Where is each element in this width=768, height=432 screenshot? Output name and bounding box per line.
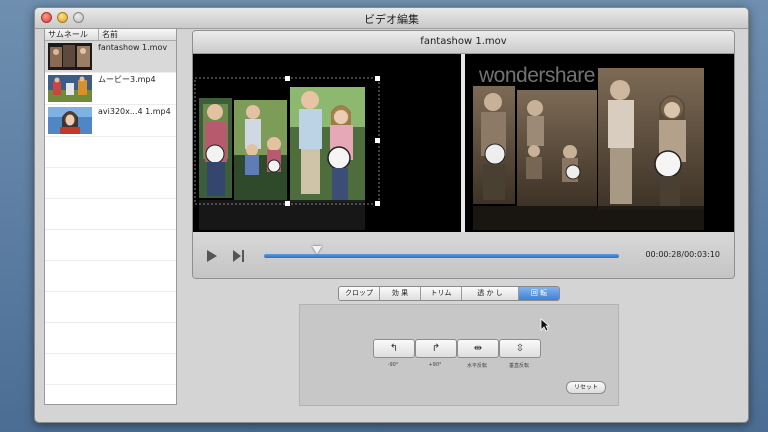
edit-tabs: クロップ 効 果 トリム 透 か し 回 転: [338, 286, 560, 301]
thumbnail-column-header[interactable]: サムネール: [45, 29, 99, 40]
window-title: ビデオ編集: [364, 13, 419, 26]
next-frame-icon: [233, 250, 241, 262]
rotate-right-button[interactable]: ↱: [415, 339, 457, 358]
timecode: 00:00:28/00:03:10: [645, 250, 720, 259]
video-thumbnail: [48, 75, 92, 102]
flip-horizontal-button[interactable]: ⇹: [457, 339, 499, 358]
rotate-panel: ↰ ↱ ⇹ ⇳ -90° +90° 水平反転 垂直反転 リセット: [299, 304, 619, 406]
title-bar: ビデオ編集: [35, 8, 748, 29]
edited-video-view[interactable]: wondershare: [465, 54, 734, 232]
flip-vertical-icon: ⇳: [515, 343, 525, 354]
file-name: ムービー3.mp4: [98, 75, 156, 84]
file-list-header: サムネール 名前: [45, 29, 176, 41]
file-name: avi320x...4 1.mp4: [98, 107, 171, 116]
flip-vertical-button[interactable]: ⇳: [499, 339, 541, 358]
step-forward-button[interactable]: [233, 250, 245, 262]
empty-list-row: [45, 199, 176, 230]
video-thumbnail: [48, 107, 92, 134]
empty-list-row: [45, 323, 176, 354]
rotate-right-icon: ↱: [431, 343, 441, 354]
tab-rotate[interactable]: 回 転: [519, 287, 559, 300]
file-list-item[interactable]: ムービー3.mp4: [45, 73, 176, 105]
file-list: サムネール 名前 fantashow 1.mov ムービー3.mp4 avi32…: [44, 28, 177, 405]
flip-horizontal-label: 水平反転: [466, 363, 487, 369]
rotate-left-label: -90°: [387, 362, 399, 368]
play-button[interactable]: [207, 250, 217, 262]
preview-panel: fantashow 1.mov wondershare 00:00:28/00:…: [192, 30, 735, 279]
flip-vertical-label: 垂直反転: [508, 363, 529, 369]
empty-list-row: [45, 137, 176, 168]
tab-watermark[interactable]: 透 か し: [462, 287, 519, 300]
video-edit-window: ビデオ編集 サムネール 名前 fantashow 1.mov ムービー3.mp4…: [34, 7, 749, 423]
preview-title: fantashow 1.mov: [193, 31, 734, 54]
empty-list-row: [45, 292, 176, 323]
playback-controls: 00:00:28/00:03:10: [193, 232, 734, 278]
rotate-left-icon: ↰: [389, 343, 399, 354]
watermark-text: wondershare: [479, 64, 595, 87]
rotate-right-label: +90°: [428, 362, 442, 368]
file-name: fantashow 1.mov: [98, 43, 168, 52]
tab-crop[interactable]: クロップ: [339, 287, 380, 300]
next-frame-bar-icon: [242, 250, 244, 262]
original-video-view[interactable]: [193, 54, 461, 232]
empty-list-row: [45, 168, 176, 199]
file-list-item[interactable]: avi320x...4 1.mp4: [45, 105, 176, 137]
empty-list-row: [45, 230, 176, 261]
tab-effects[interactable]: 効 果: [380, 287, 421, 300]
reset-button[interactable]: リセット: [566, 381, 606, 394]
flip-horizontal-icon: ⇹: [473, 343, 483, 354]
seek-bar[interactable]: [264, 254, 619, 258]
file-list-item[interactable]: fantashow 1.mov: [45, 41, 176, 73]
video-thumbnail: [48, 43, 92, 70]
seek-handle[interactable]: [312, 246, 323, 254]
empty-list-row: [45, 354, 176, 385]
empty-list-row: [45, 261, 176, 292]
mouse-pointer-icon: [540, 318, 550, 332]
rotate-left-button[interactable]: ↰: [373, 339, 415, 358]
tab-trim[interactable]: トリム: [421, 287, 462, 300]
name-column-header[interactable]: 名前: [99, 29, 118, 40]
